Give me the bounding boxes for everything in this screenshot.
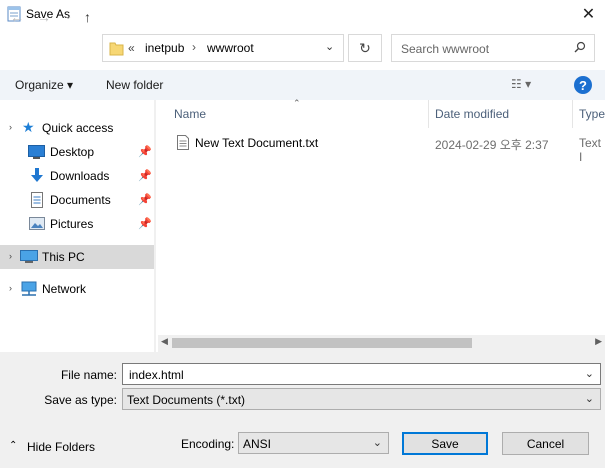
sidebar-item-this-pc[interactable]: › This PC <box>0 245 154 269</box>
forward-icon[interactable]: → <box>37 9 51 25</box>
save-button[interactable]: Save <box>402 432 488 455</box>
folder-icon <box>109 42 124 56</box>
sidebar-item-label: Network <box>42 282 87 296</box>
pin-icon[interactable]: 📌 <box>138 145 152 158</box>
column-headers: ⌃ Name Date modified Type <box>158 98 605 128</box>
breadcrumb-wwwroot[interactable]: wwwroot <box>207 41 254 55</box>
up-icon[interactable]: ↑ <box>84 9 91 25</box>
pictures-icon <box>29 217 45 230</box>
file-row[interactable]: New Text Document.txt 2024-02-29 오후 2:37… <box>170 132 605 164</box>
sort-ascending-icon: ⌃ <box>293 98 301 108</box>
address-dropdown-icon[interactable]: ⌄ <box>325 40 334 53</box>
cancel-button[interactable]: Cancel <box>502 432 589 455</box>
file-name: New Text Document.txt <box>195 136 319 150</box>
sidebar-item-label: Documents <box>50 193 111 207</box>
refresh-button[interactable]: ↻ <box>348 34 382 62</box>
encoding-label: Encoding: <box>181 437 235 451</box>
star-icon: ★ <box>22 119 35 135</box>
file-date-modified: 2024-02-29 오후 2:37 <box>435 138 549 152</box>
search-box[interactable]: Search wwwroot <box>391 34 595 62</box>
save-as-type-label: Save as type: <box>44 393 117 407</box>
address-bar[interactable]: « inetpub › wwwroot ⌄ <box>102 34 344 62</box>
save-as-type-select[interactable]: Text Documents (*.txt) ⌄ <box>122 388 601 410</box>
hide-folders-label: Hide Folders <box>27 440 96 454</box>
computer-icon <box>20 250 38 263</box>
sidebar-item-pictures[interactable]: Pictures 📌 <box>0 212 154 236</box>
sidebar-item-downloads[interactable]: Downloads 📌 <box>0 164 154 188</box>
chevron-down-icon: ⌄ <box>372 437 382 449</box>
column-divider[interactable] <box>572 100 573 128</box>
search-placeholder: Search wwwroot <box>401 42 490 56</box>
file-name-value: index.html <box>129 368 184 382</box>
search-icon <box>574 41 586 53</box>
sidebar-item-quick-access[interactable]: › ★ Quick access <box>0 116 154 140</box>
expand-chevron-icon[interactable]: › <box>9 251 12 261</box>
sidebar-item-label: Desktop <box>50 145 95 159</box>
breadcrumb-separator: › <box>192 40 196 54</box>
file-list-horizontal-scrollbar[interactable]: ◀ ▶ <box>158 335 605 352</box>
sidebar-item-documents[interactable]: Documents 📌 <box>0 188 154 212</box>
column-divider[interactable] <box>428 100 429 128</box>
pin-icon[interactable]: 📌 <box>138 193 152 206</box>
help-icon[interactable]: ? <box>574 76 592 94</box>
expand-chevron-icon[interactable]: › <box>9 283 12 293</box>
breadcrumb-inetpub[interactable]: inetpub <box>145 41 184 55</box>
column-header-date-modified[interactable]: Date modified <box>435 107 509 121</box>
pin-icon[interactable]: 📌 <box>138 169 152 182</box>
encoding-select[interactable]: ANSI ⌄ <box>238 432 389 454</box>
navigation-pane-scrollbar[interactable] <box>154 100 156 352</box>
sidebar-item-label: Pictures <box>50 217 94 231</box>
new-folder-button[interactable]: New folder <box>106 78 163 92</box>
documents-icon <box>31 192 43 208</box>
refresh-icon: ↻ <box>359 39 371 56</box>
chevron-up-icon: ⌃ <box>9 440 18 451</box>
desktop-icon <box>28 145 45 159</box>
sidebar-item-label: This PC <box>42 250 85 264</box>
sidebar-item-desktop[interactable]: Desktop 📌 <box>0 140 154 164</box>
sidebar-item-label: Downloads <box>50 169 110 183</box>
navigation-pane: › ★ Quick access Desktop 📌 Downloads 📌 D… <box>0 100 156 352</box>
pin-icon[interactable]: 📌 <box>138 217 152 230</box>
column-header-name[interactable]: Name <box>174 107 206 121</box>
file-name-input[interactable]: index.html ⌄ <box>122 363 601 385</box>
scroll-left-icon[interactable]: ◀ <box>161 336 168 347</box>
save-options-panel: File name: index.html ⌄ Save as type: Te… <box>0 352 605 468</box>
back-icon[interactable]: ← <box>10 9 24 25</box>
text-file-icon <box>177 135 189 150</box>
file-type: Text I <box>579 136 602 164</box>
sidebar-item-network[interactable]: › Network <box>0 277 154 301</box>
chevron-down-icon[interactable]: ⌄ <box>585 367 594 380</box>
scrollbar-thumb[interactable] <box>172 338 472 348</box>
scroll-right-icon[interactable]: ▶ <box>595 336 602 347</box>
expand-chevron-icon[interactable]: › <box>9 122 12 132</box>
encoding-value: ANSI <box>243 437 272 451</box>
view-options-icon[interactable]: ☷ ▾ <box>511 77 531 91</box>
download-icon <box>31 168 43 182</box>
column-header-type[interactable]: Type <box>579 107 605 121</box>
close-icon: ✕ <box>581 6 596 23</box>
file-name-label: File name: <box>60 368 117 382</box>
organize-button[interactable]: Organize ▾ <box>15 78 73 92</box>
sidebar-item-label: Quick access <box>42 121 114 135</box>
network-icon <box>21 281 37 296</box>
save-as-type-value: Text Documents (*.txt) <box>127 393 246 407</box>
close-button[interactable]: ✕ <box>572 0 605 28</box>
chevron-down-icon: ⌄ <box>584 393 594 405</box>
breadcrumb-overflow-icon[interactable]: « <box>128 41 135 55</box>
recent-chevron-icon[interactable]: ⌄ <box>64 11 72 22</box>
